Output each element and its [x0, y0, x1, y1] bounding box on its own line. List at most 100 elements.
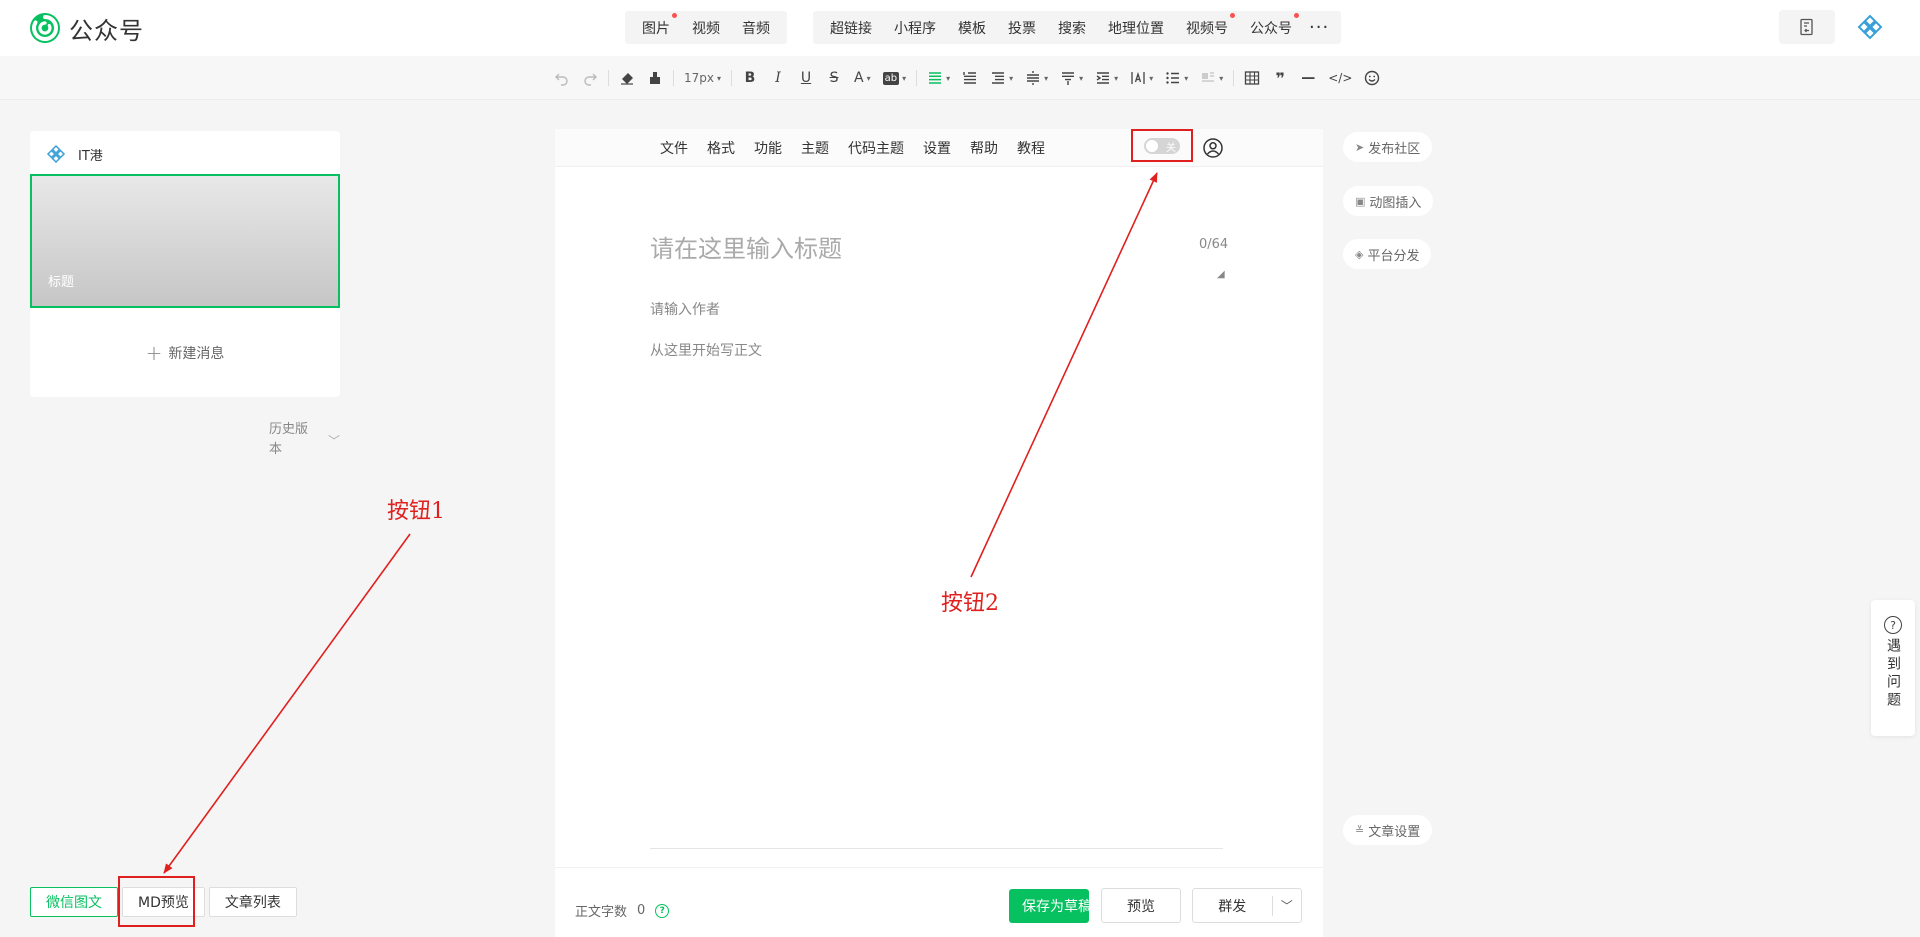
- wechat-official-logo-icon: [30, 13, 60, 43]
- gif-insert-button[interactable]: ▣ 动图插入: [1343, 186, 1434, 216]
- indent-dropdown[interactable]: ▾: [1091, 66, 1122, 90]
- editor-menu-bar: 文件 格式 功能 主题 代码主题 设置 帮助 教程 关: [555, 129, 1323, 167]
- author-input[interactable]: 请输入作者: [650, 299, 720, 319]
- code-button[interactable]: </>: [1324, 66, 1356, 90]
- media-item[interactable]: 视频: [681, 18, 731, 38]
- save-draft-button[interactable]: 保存为草稿: [1009, 889, 1089, 923]
- clear-format-button[interactable]: [615, 66, 639, 90]
- help-float-button[interactable]: ? 遇到问题: [1871, 600, 1915, 736]
- font-size-dropdown[interactable]: 17px ▾: [680, 66, 725, 90]
- code-icon: </>: [1328, 71, 1353, 85]
- image-icon: ▣: [1355, 194, 1366, 208]
- media-item[interactable]: 音频: [731, 18, 781, 38]
- logo[interactable]: 公众号: [29, 12, 144, 45]
- insert-item[interactable]: 搜索: [1047, 18, 1097, 38]
- italic-button[interactable]: I: [766, 66, 790, 90]
- line-height-dropdown[interactable]: ▾: [1056, 66, 1087, 90]
- bold-button[interactable]: B: [738, 66, 762, 90]
- insert-item[interactable]: 视频号: [1175, 12, 1239, 38]
- strikethrough-button[interactable]: S: [822, 66, 846, 90]
- exit-button[interactable]: [1779, 10, 1835, 44]
- align-dropdown[interactable]: ▾: [923, 66, 954, 90]
- preview-button[interactable]: 预览: [1101, 888, 1181, 923]
- float-dropdown[interactable]: ▾: [1196, 66, 1227, 90]
- cover-title: 标题: [48, 275, 75, 290]
- quote-button[interactable]: ❞: [1268, 66, 1292, 90]
- tab-article-list[interactable]: 文章列表: [208, 887, 297, 917]
- chevron-down-icon: ▾: [902, 73, 907, 83]
- vertical-spacing-dropdown[interactable]: ▾: [1021, 66, 1052, 90]
- editor-menu-item[interactable]: 主题: [801, 138, 829, 158]
- mass-send-button[interactable]: 群发 ﹀: [1192, 888, 1302, 923]
- content-insert-group: 超链接 小程序 模板 投票 搜索 地理位置 视频号 公众号 ···: [813, 11, 1342, 44]
- help-circle-icon[interactable]: ?: [655, 903, 670, 918]
- editor-panel: 文件 格式 功能 主题 代码主题 设置 帮助 教程 关 请在这里输入标题 0/64 ◢ 请输入…: [555, 129, 1323, 937]
- insert-item[interactable]: 公众号: [1239, 12, 1303, 38]
- account-name: IT港: [78, 148, 103, 164]
- gif-insert-label: 动图插入: [1369, 195, 1422, 211]
- notification-dot: [1230, 12, 1235, 18]
- chevron-down-icon: ▾: [1184, 73, 1189, 83]
- editor-menu-item[interactable]: 功能: [754, 138, 782, 158]
- indent-button[interactable]: [958, 66, 982, 90]
- mode-toggle[interactable]: 关: [1144, 137, 1180, 154]
- letter-spacing-icon: [1131, 71, 1145, 84]
- paragraph-spacing-dropdown[interactable]: ▾: [986, 66, 1017, 90]
- insert-item[interactable]: 地理位置: [1097, 18, 1175, 38]
- insert-item[interactable]: 超链接: [819, 18, 883, 38]
- undo-button[interactable]: [550, 66, 574, 90]
- logo-text: 公众号: [69, 16, 144, 45]
- tab-wechat-article[interactable]: 微信图文: [30, 887, 118, 917]
- user-avatar-icon[interactable]: [1855, 12, 1885, 42]
- editor-menu-item[interactable]: 代码主题: [848, 138, 904, 158]
- article-settings-button[interactable]: ≚ 文章设置: [1343, 815, 1433, 845]
- arrow-to-button1: [163, 533, 411, 874]
- new-message-button[interactable]: + 新建消息: [30, 341, 340, 365]
- title-input[interactable]: 请在这里输入标题: [650, 229, 842, 264]
- account-row: IT港: [46, 143, 103, 165]
- divider-button[interactable]: —: [1296, 66, 1320, 90]
- insert-item[interactable]: 投票: [997, 18, 1047, 38]
- chevron-down-icon: ▾: [1044, 73, 1049, 83]
- chevron-down-icon: ▾: [1079, 73, 1084, 83]
- background-color-dropdown[interactable]: ab ▾: [879, 66, 911, 90]
- article-settings-label: 文章设置: [1368, 824, 1421, 840]
- chevron-down-icon: ▾: [717, 73, 722, 83]
- insert-item-label: 模板: [958, 20, 986, 37]
- media-item[interactable]: 图片: [631, 12, 681, 38]
- toggle-label: 关: [1166, 142, 1176, 154]
- editor-footer: 正文字数 0 ? 保存为草稿 预览 群发 ﹀: [555, 867, 1323, 937]
- editor-menu-item[interactable]: 格式: [707, 138, 735, 158]
- platform-distribute-label: 平台分发: [1367, 248, 1420, 264]
- redo-button[interactable]: [578, 66, 602, 90]
- platform-distribute-button[interactable]: ◈ 平台分发: [1343, 239, 1432, 269]
- editor-menu-item[interactable]: 帮助: [970, 138, 998, 158]
- body-input[interactable]: 从这里开始写正文: [650, 340, 762, 360]
- table-button[interactable]: [1240, 66, 1264, 90]
- insert-item-label: 投票: [1008, 20, 1036, 37]
- editor-menu-item[interactable]: 文件: [660, 138, 688, 158]
- more-icon[interactable]: ···: [1303, 17, 1335, 38]
- underline-button[interactable]: U: [794, 66, 818, 90]
- resize-handle-icon[interactable]: ◢: [1217, 269, 1225, 280]
- publish-community-label: 发布社区: [1368, 141, 1421, 157]
- font-color-dropdown[interactable]: A ▾: [850, 66, 875, 90]
- chevron-down-icon[interactable]: ﹀: [1273, 897, 1301, 914]
- emoji-button[interactable]: [1360, 66, 1384, 90]
- publish-community-button[interactable]: ➤ 发布社区: [1343, 132, 1433, 162]
- insert-item-label: 搜索: [1058, 20, 1086, 37]
- eraser-icon: [621, 73, 633, 85]
- history-version-dropdown[interactable]: 历史版本: [269, 420, 309, 460]
- float-icon: [1202, 72, 1215, 82]
- editor-menu-item[interactable]: 设置: [923, 138, 951, 158]
- chevron-down-icon: ▾: [1114, 73, 1119, 83]
- user-account-icon[interactable]: [1202, 137, 1224, 159]
- chevron-down-icon[interactable]: ﹀: [328, 432, 340, 449]
- insert-item[interactable]: 小程序: [883, 18, 947, 38]
- insert-item[interactable]: 模板: [947, 18, 997, 38]
- letter-spacing-dropdown[interactable]: ▾: [1126, 66, 1157, 90]
- list-dropdown[interactable]: ▾: [1161, 66, 1192, 90]
- article-cover[interactable]: 标题: [30, 174, 340, 308]
- editor-menu-item[interactable]: 教程: [1017, 138, 1045, 158]
- format-painter-button[interactable]: [643, 66, 667, 90]
